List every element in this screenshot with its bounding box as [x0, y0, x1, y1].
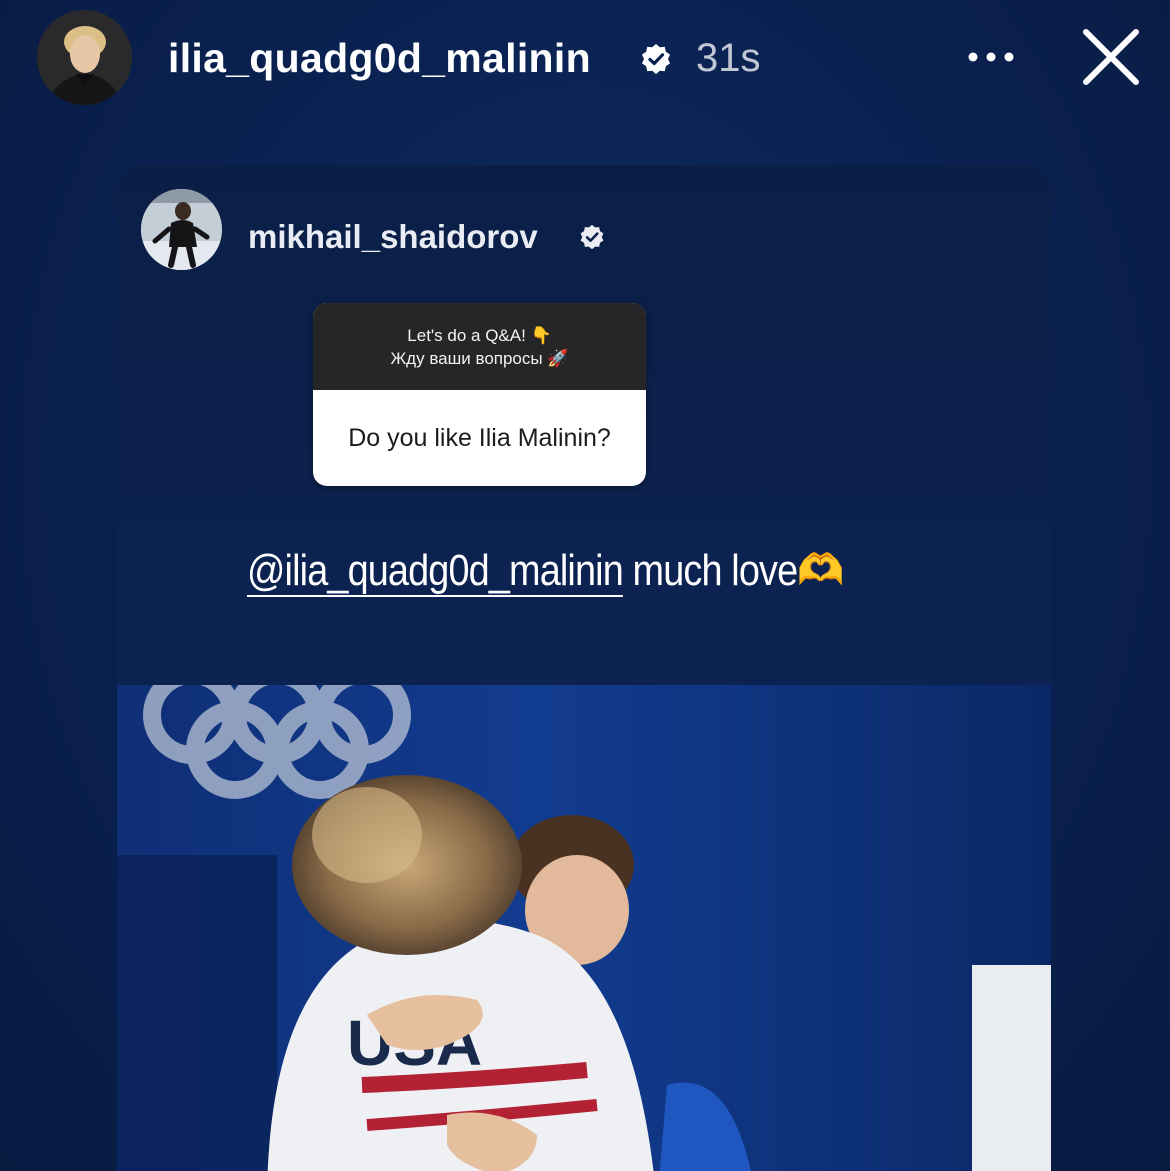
shared-author-username[interactable]: mikhail_shaidorov — [248, 215, 538, 259]
question-sticker-header: Let's do a Q&A! 👇 Жду ваши вопросы 🚀 — [313, 303, 646, 390]
question-prompt-line1: Let's do a Q&A! 👇 — [407, 325, 552, 345]
story-timestamp: 31s — [696, 36, 761, 80]
more-options-icon[interactable] — [965, 42, 1017, 72]
story-photo: USA — [117, 685, 1051, 1171]
reshared-story-card[interactable]: mikhail_shaidorov Let's do a Q&A! 👇 Жду … — [117, 165, 1051, 1171]
mention-link[interactable]: @ilia_quadg0d_malinin — [247, 546, 624, 595]
reply-message: much love🫶 — [622, 546, 845, 595]
story-author-username[interactable]: ilia_quadg0d_malinin — [168, 30, 591, 86]
question-prompt-line2: Жду ваши вопросы 🚀 — [390, 348, 569, 368]
question-text: Do you like Ilia Malinin? — [348, 423, 611, 452]
question-sticker: Let's do a Q&A! 👇 Жду ваши вопросы 🚀 Do … — [313, 303, 646, 486]
reply-text: @ilia_quadg0d_malinin much love🫶 — [247, 545, 844, 597]
story-viewer: ilia_quadg0d_malinin 31s mikhail_shaidor… — [0, 0, 1170, 1171]
verified-badge-icon — [642, 44, 670, 74]
shared-author-avatar[interactable] — [141, 189, 222, 270]
verified-badge-icon — [580, 224, 604, 250]
avatar[interactable] — [37, 10, 132, 105]
hug-photo-illustration: USA — [117, 685, 1051, 1171]
avatar-portrait-icon — [37, 10, 132, 105]
close-icon[interactable] — [1082, 28, 1140, 86]
avatar-skater-icon — [141, 189, 222, 270]
